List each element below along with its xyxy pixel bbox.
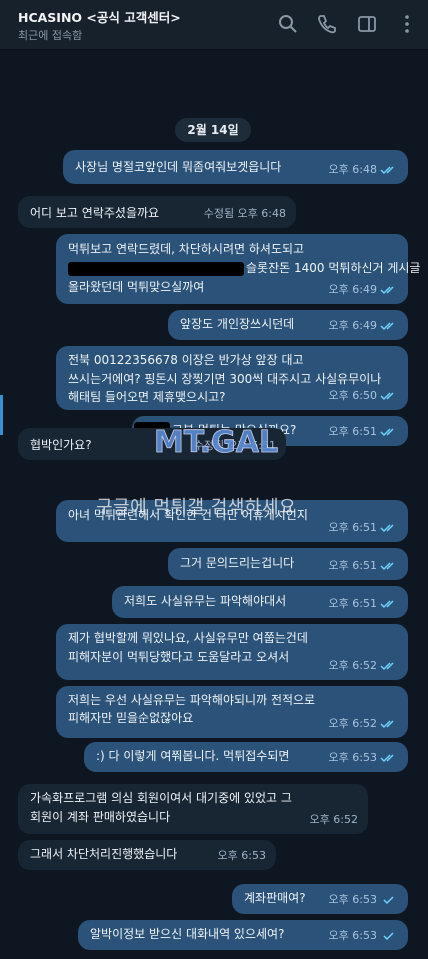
double-check-icon (380, 562, 394, 571)
message-text: 어디 보고 연락주셨을까요 (30, 206, 160, 220)
double-check-icon (380, 524, 394, 533)
check-icon (383, 932, 394, 941)
message-time: 오후 6:49 (328, 319, 377, 332)
message-text-line: 피해자만 믿을순없잖아요 (68, 711, 194, 725)
sidebar-icon[interactable] (356, 13, 378, 35)
message-text: 저희도 사실유무는 파악해야대서 (124, 594, 287, 608)
chat-status: 최근에 접속함 (18, 29, 83, 42)
message-time: 오후 6:53 (217, 849, 266, 862)
date-separator: 2월 14일 (175, 118, 251, 142)
double-check-icon (380, 600, 394, 609)
search-icon[interactable] (277, 13, 299, 35)
message-time: 오후 6:52 (309, 813, 358, 826)
message-time: 오후 6:52 (328, 717, 377, 730)
message-time: 오후 6:48 (328, 163, 377, 176)
message-text: 협박인가요? (30, 438, 92, 452)
message-text: 알박이정보 받으신 대화내역 있으세여? (90, 927, 285, 941)
message-incoming[interactable]: 그래서 차단처리진행했습니다 오후 6:53 (18, 840, 276, 870)
message-outgoing[interactable]: 저희도 사실유무는 파악해야대서 오후 6:51 (112, 586, 408, 618)
message-incoming[interactable]: 어디 보고 연락주셨을까요 수정됨 오후 6:48 (18, 196, 296, 228)
double-check-icon (380, 392, 394, 401)
message-time: 오후 6:51 (328, 425, 377, 438)
watermark-text: 구글에 먹튀갤 검색하세요 (96, 497, 297, 518)
message-outgoing[interactable]: 저희는 우선 사실유무는 파악해야되니까 전적으로 피해자만 믿을순없잖아요 오… (56, 686, 408, 738)
message-text-line: 피해자분이 먹튀당했다고 도움달라고 오셔서 (68, 650, 290, 664)
message-text: 계좌판매여? (244, 891, 306, 905)
message-text-line: 해태팀 들어오면 제휴맺으시고? (68, 390, 226, 404)
double-check-icon (380, 428, 394, 437)
double-check-icon (380, 286, 394, 295)
message-incoming[interactable]: 가속화프로그램 의심 회원이여서 대기중에 있었고 그 회원이 계좌 판매하였습… (18, 784, 368, 834)
message-outgoing[interactable]: 먹튀보고 연락드렸데, 차단하시려면 하셔도되고 슬롯잔돈 1400 먹튀하신거… (56, 234, 420, 304)
check-icon (383, 896, 394, 905)
watermark-logo: MT.GAL (154, 425, 279, 461)
double-check-icon (380, 720, 394, 729)
message-time: 오후 6:49 (328, 283, 377, 296)
message-outgoing[interactable]: 그거 문의드리는겁니다 오후 6:51 (168, 548, 408, 580)
message-outgoing[interactable]: 제가 협박할께 뭐있나요, 사실유무만 여쭙는건데 피해자분이 먹튀당했다고 도… (56, 624, 408, 680)
message-time: 오후 6:53 (328, 929, 377, 942)
message-outgoing[interactable]: 계좌판매여? 오후 6:53 (232, 884, 408, 914)
scroll-indicator (0, 395, 3, 435)
message-time: 오후 6:50 (328, 389, 377, 402)
message-outgoing[interactable]: 전북 00122356678 이장은 반가상 앞장 대고 쓰시는거에여? 핑돈시… (56, 346, 408, 410)
chat-header: HCASINO <공식 고객센터> 최근에 접속함 (0, 0, 428, 50)
message-outgoing[interactable]: :) 다 이렇게 여쭤봅니다. 먹튀접수되면 오후 6:53 (84, 742, 408, 772)
message-outgoing[interactable]: 알박이정보 받으신 대화내역 있으세여? 오후 6:53 (78, 920, 408, 950)
double-check-icon (380, 166, 394, 175)
message-text: 앞장도 개인장쓰시던데 (180, 317, 295, 331)
message-time: 오후 6:51 (328, 559, 377, 572)
message-text: 그래서 차단처리진행했습니다 (30, 847, 178, 861)
message-text: 그거 문의드리는겁니다 (180, 556, 295, 570)
watermark-logo-text: MT.GAL (154, 425, 278, 460)
message-text-line: 전북 00122356678 이장은 반가상 앞장 대고 (68, 353, 304, 367)
message-text-line: 저희는 우선 사실유무는 파악해야되니까 전적으로 (68, 693, 316, 707)
message-text: :) 다 이렇게 여쭤봅니다. 먹튀접수되면 (96, 749, 290, 763)
redacted-block (68, 262, 244, 276)
chat-title[interactable]: HCASINO <공식 고객센터> (18, 7, 181, 26)
message-text-line: 먹튀보고 연락드렸데, 차단하시려면 하셔도되고 (68, 242, 305, 256)
message-time: 오후 6:53 (328, 893, 377, 906)
message-text-line: 회원이 계좌 판매하였습니다 (30, 810, 171, 824)
message-text-line: 올라왔던데 먹튀맞으실까여 (68, 280, 205, 294)
message-time: 오후 6:52 (328, 659, 377, 672)
menu-icon[interactable] (396, 13, 418, 35)
message-time: 오후 6:51 (328, 597, 377, 610)
message-time: 오후 6:53 (328, 751, 377, 764)
phone-icon[interactable] (316, 13, 338, 35)
message-text-line: 슬롯잔돈 1400 먹튀하신거 게시글 (246, 261, 421, 275)
double-check-icon (380, 322, 394, 331)
double-check-icon (380, 662, 394, 671)
message-text-line: 쓰시는거에여? 핑돈시 장찢기면 300씩 대주시고 사실유무이나 (68, 372, 382, 386)
message-text-line: 가속화프로그램 의심 회원이여서 대기중에 있었고 그 (30, 791, 292, 805)
double-check-icon (380, 754, 394, 763)
message-outgoing[interactable]: 사장님 명절코앞인데 뭐좀여줘보겟읍니다 오후 6:48 (63, 150, 408, 184)
message-time: 오후 6:51 (328, 521, 377, 534)
message-time: 수정됨 오후 6:48 (203, 207, 286, 220)
message-text-line: 제가 협박할께 뭐있나요, 사실유무만 여쭙는건데 (68, 631, 308, 645)
message-outgoing[interactable]: 앞장도 개인장쓰시던데 오후 6:49 (168, 310, 408, 340)
message-text: 사장님 명절코앞인데 뭐좀여줘보겟읍니다 (75, 160, 282, 174)
